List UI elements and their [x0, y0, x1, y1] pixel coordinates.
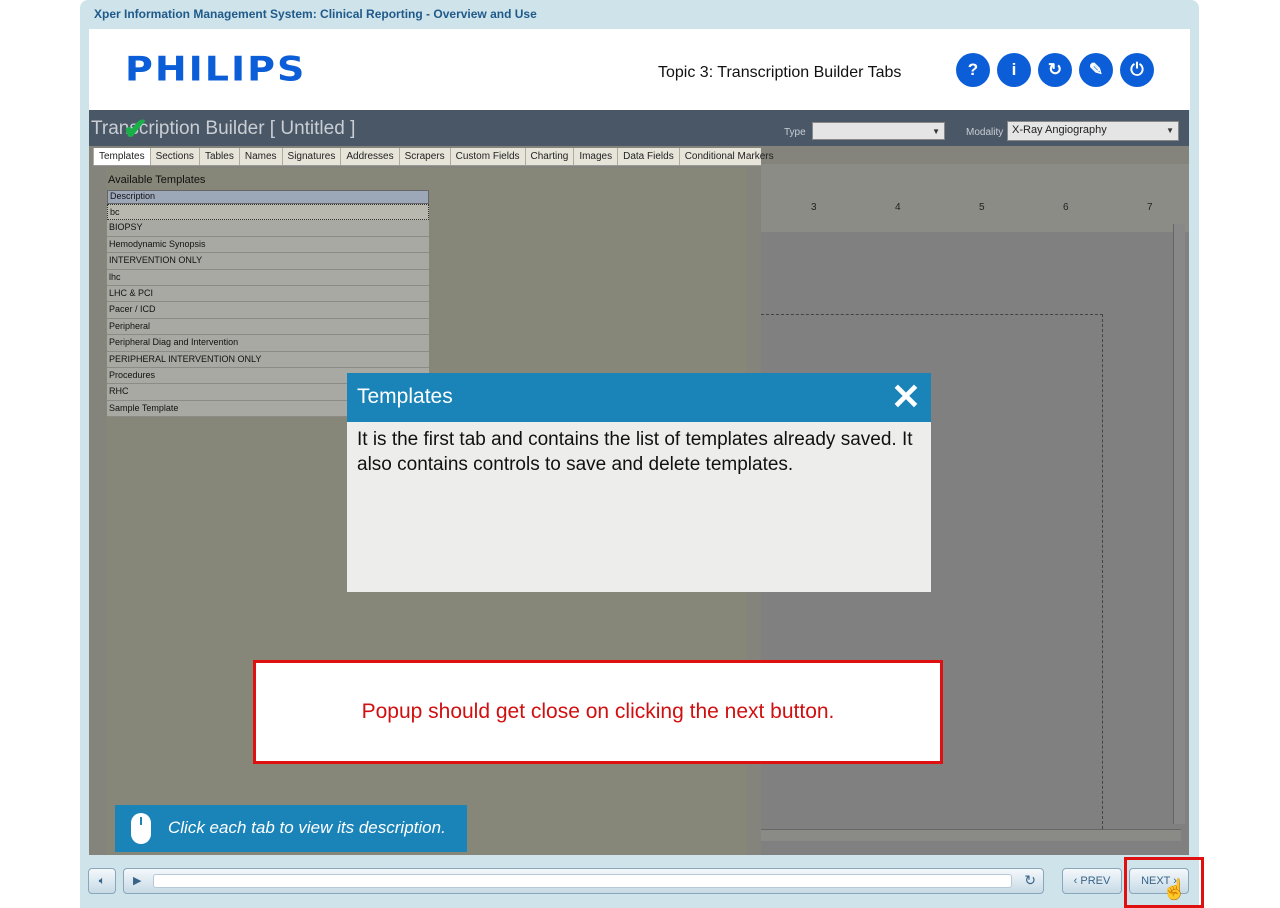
tab-custom-fields[interactable]: Custom Fields — [449, 148, 525, 165]
tab-templates[interactable]: Templates — [93, 148, 150, 165]
app-title-bar: Transcription Builder [ Untitled ] ✔ Typ… — [89, 110, 1189, 146]
type-label: Type — [784, 127, 806, 138]
tab-signatures[interactable]: Signatures — [281, 148, 341, 165]
template-row[interactable]: PERIPHERAL INTERVENTION ONLY — [107, 351, 429, 368]
modality-select[interactable]: X-Ray Angiography ▼ — [1007, 121, 1179, 141]
ruler-mark: 5 — [979, 202, 986, 213]
hand-cursor-icon: ☝ — [1162, 879, 1187, 901]
builder-tabs: Templates Sections Tables Names Signatures Ad… — [93, 148, 774, 166]
popup-title: Templates — [357, 385, 453, 408]
review-note: Popup should get close on clicking the n… — [253, 660, 943, 764]
chevron-down-icon: ▼ — [1166, 126, 1174, 135]
restart-icon[interactable]: ↻ — [1024, 872, 1036, 889]
info-icon: i — [1011, 60, 1017, 79]
template-row[interactable]: Pacer / ICD — [107, 302, 429, 319]
tab-sections[interactable]: Sections — [149, 148, 199, 165]
template-row[interactable]: bc — [107, 204, 429, 221]
template-row[interactable]: INTERVENTION ONLY — [107, 253, 429, 270]
popup-header: Templates — [347, 373, 931, 422]
navigate-button[interactable]: ✎ — [1079, 53, 1113, 87]
type-select[interactable]: ▼ — [812, 122, 945, 140]
power-icon: ⏻ — [1130, 60, 1144, 79]
template-row[interactable]: Peripheral — [107, 318, 429, 336]
template-row[interactable]: LHC & PCI — [107, 285, 429, 303]
exit-button[interactable]: ⏻ — [1120, 53, 1154, 87]
compass-icon: ✎ — [1088, 60, 1104, 79]
vertical-scrollbar[interactable] — [1173, 224, 1185, 824]
editor-toolbar: 3 4 5 6 7 — [761, 164, 1189, 232]
template-row[interactable]: BIOPSY — [107, 220, 429, 237]
instruction-hint: Click each tab to view its description. — [115, 805, 467, 852]
course-header: PHILIPS Topic 3: Transcription Builder T… — [89, 29, 1190, 110]
ruler-mark: 3 — [811, 202, 818, 213]
list-header-description[interactable]: Description — [107, 190, 429, 204]
prev-button[interactable]: ‹ PREV — [1062, 868, 1122, 894]
tab-conditional-markers[interactable]: Conditional Markers — [678, 148, 779, 165]
close-icon[interactable]: ✕ — [891, 379, 921, 415]
tab-images[interactable]: Images — [573, 148, 617, 165]
player-footer: 🔈︎ ▶ ↻ ‹ PREV NEXT › — [80, 860, 1199, 908]
templates-popup: Templates ✕ It is the first tab and cont… — [347, 373, 931, 592]
help-button[interactable]: ? — [956, 53, 990, 87]
course-title: Xper Information Management System: Clin… — [94, 7, 537, 21]
mute-button[interactable]: 🔈︎ — [88, 868, 116, 894]
playbar: ▶ ↻ — [123, 868, 1044, 894]
tab-data-fields[interactable]: Data Fields — [617, 148, 679, 165]
hint-text: Click each tab to view its description. — [168, 818, 446, 837]
popup-body: It is the first tab and contains the lis… — [357, 429, 913, 475]
ruler-mark: 4 — [895, 202, 902, 213]
info-button[interactable]: i — [997, 53, 1031, 87]
tab-names[interactable]: Names — [238, 148, 282, 165]
modality-label: Modality — [966, 127, 1004, 138]
help-icon: ? — [967, 60, 979, 79]
ruler: 3 4 5 6 7 — [761, 202, 1189, 216]
ruler-mark: 6 — [1063, 202, 1070, 213]
checkmark-icon: ✔ — [123, 113, 149, 146]
tab-addresses[interactable]: Addresses — [340, 148, 398, 165]
play-icon[interactable]: ▶ — [133, 874, 141, 887]
template-row[interactable]: lhc — [107, 269, 429, 286]
tab-scrapers[interactable]: Scrapers — [398, 148, 450, 165]
progress-track[interactable] — [153, 874, 1012, 888]
speaker-icon: 🔈︎ — [98, 875, 106, 887]
available-templates-label: Available Templates — [108, 174, 206, 186]
template-row[interactable]: Peripheral Diag and Intervention — [107, 335, 429, 352]
mouse-icon — [131, 813, 151, 844]
modality-value: X-Ray Angiography — [1012, 124, 1107, 136]
replay-icon: ↻ — [1047, 60, 1063, 79]
philips-logo: PHILIPS — [125, 49, 307, 89]
tab-charting[interactable]: Charting — [524, 148, 574, 165]
chevron-down-icon: ▼ — [932, 127, 940, 136]
topic-title: Topic 3: Transcription Builder Tabs — [658, 64, 902, 81]
template-row[interactable]: Hemodynamic Synopsis — [107, 236, 429, 254]
horizontal-scrollbar[interactable] — [761, 829, 1181, 841]
tab-tables[interactable]: Tables — [198, 148, 239, 165]
ruler-mark: 7 — [1147, 202, 1154, 213]
replay-button[interactable]: ↻ — [1038, 53, 1072, 87]
